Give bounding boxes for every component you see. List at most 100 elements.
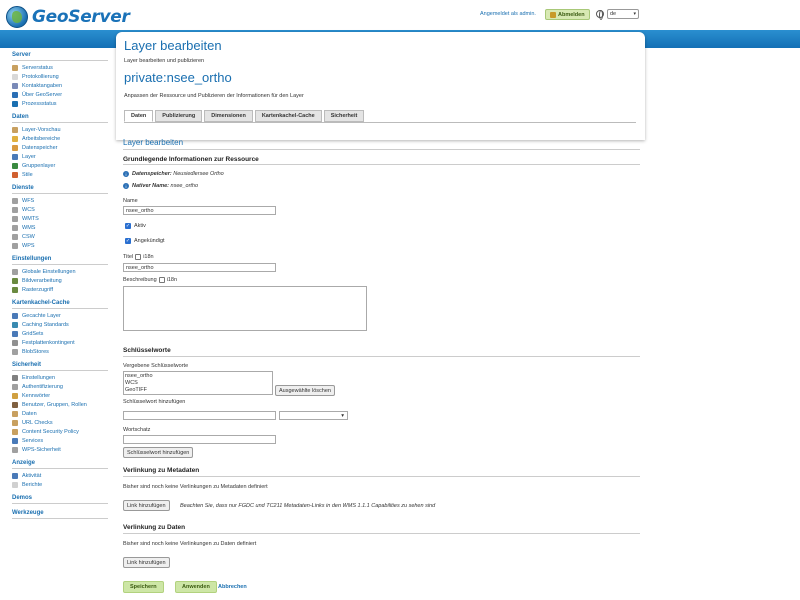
- sidebar-item[interactable]: Benutzer, Gruppen, Rollen: [0, 400, 110, 409]
- sidebar-section-title[interactable]: Anzeige: [0, 458, 110, 468]
- geoserver-logo[interactable]: GeoServer: [6, 6, 130, 28]
- add-keyword-button[interactable]: Schlüsselwort hinzufügen: [123, 447, 194, 458]
- sidebar-item[interactable]: Stile: [0, 170, 110, 179]
- sidebar-item-label: Stile: [22, 171, 33, 178]
- language-select[interactable]: de ▾: [607, 9, 639, 19]
- sidebar-item[interactable]: Layer-Vorschau: [0, 125, 110, 134]
- apply-button[interactable]: Anwenden: [175, 581, 217, 593]
- sidebar-item[interactable]: WPS: [0, 241, 110, 250]
- i18n-label: i18n: [143, 254, 154, 260]
- sidebar-item-label: URL Checks: [22, 419, 53, 426]
- enabled-checkbox[interactable]: ✓: [125, 223, 131, 229]
- sidebar-item-label: GridSets: [22, 330, 44, 337]
- sidebar-item[interactable]: Gecachte Layer: [0, 311, 110, 320]
- logout-icon: [550, 11, 556, 18]
- sidebar-item[interactable]: Globale Einstellungen: [0, 267, 110, 276]
- abstract-textarea[interactable]: [123, 286, 367, 331]
- sidebar-item[interactable]: Gruppenlayer: [0, 161, 110, 170]
- sidebar-item-label: Globale Einstellungen: [22, 268, 76, 275]
- sidebar-item[interactable]: WMS: [0, 223, 110, 232]
- log-icon: [12, 73, 18, 80]
- data-security-icon: [12, 410, 18, 417]
- tab[interactable]: Dimensionen: [204, 110, 253, 122]
- raster-icon: [12, 286, 18, 293]
- tab[interactable]: Daten: [124, 110, 154, 122]
- sidebar-section-title[interactable]: Kartenkachel-Cache: [0, 298, 110, 308]
- sidebar-item[interactable]: WFS: [0, 196, 110, 205]
- tab[interactable]: Kartenkachel-Cache: [254, 110, 322, 122]
- sidebar-section-title[interactable]: Werkzeuge: [0, 508, 110, 518]
- keyword-option[interactable]: nsee_ortho: [125, 373, 271, 380]
- sidebar-section-title[interactable]: Dienste: [0, 183, 110, 193]
- sidebar-item[interactable]: Kennwörter: [0, 391, 110, 400]
- divider: [12, 264, 108, 265]
- vocabulary-input[interactable]: [123, 435, 276, 444]
- sidebar-item[interactable]: WCS: [0, 205, 110, 214]
- advertised-checkbox[interactable]: ✓: [125, 238, 131, 244]
- keyword-vocabulary-select[interactable]: ▾: [279, 411, 348, 420]
- i18n-label: i18n: [166, 277, 178, 283]
- sidebar-item[interactable]: Über GeoServer: [0, 90, 110, 99]
- divider: [12, 468, 108, 469]
- keyword-option[interactable]: GeoTIFF: [125, 387, 271, 394]
- sidebar-item-label: Prozessstatus: [22, 100, 57, 107]
- sidebar-section-title[interactable]: Daten: [0, 112, 110, 122]
- sidebar-section-title[interactable]: Sicherheit: [0, 360, 110, 370]
- tab[interactable]: Sicherheit: [323, 110, 365, 122]
- info-icon: i: [123, 183, 129, 189]
- sidebar-item[interactable]: Einstellungen: [0, 373, 110, 382]
- keyword-option[interactable]: WCS: [125, 380, 271, 387]
- sidebar-item[interactable]: BlobStores: [0, 347, 110, 356]
- tab[interactable]: Publizierung: [155, 110, 203, 122]
- sidebar: Server Serverstatus Protokollierung Kontakt…: [0, 50, 110, 523]
- sidebar-item[interactable]: Serverstatus: [0, 63, 110, 72]
- title-input[interactable]: nsee_ortho: [123, 263, 276, 272]
- sidebar-section-title[interactable]: Einstellungen: [0, 254, 110, 264]
- logout-button[interactable]: Abmelden: [545, 9, 590, 20]
- add-data-link-button[interactable]: Link hinzufügen: [123, 557, 170, 568]
- sidebar-item[interactable]: Berichte: [0, 480, 110, 489]
- add-metadata-link-button[interactable]: Link hinzufügen: [123, 500, 170, 511]
- sidebar-item[interactable]: Arbeitsbereiche: [0, 134, 110, 143]
- abstract-i18n-checkbox[interactable]: [158, 277, 165, 283]
- sidebar-item-label: Layer-Vorschau: [22, 126, 61, 133]
- sidebar-section-title[interactable]: Demos: [0, 493, 110, 503]
- sidebar-item[interactable]: GridSets: [0, 329, 110, 338]
- sidebar-item[interactable]: WMTS: [0, 214, 110, 223]
- keywords-list[interactable]: nsee_ortho WCS GeoTIFF: [123, 371, 273, 395]
- sidebar-item[interactable]: Services: [0, 436, 110, 445]
- sidebar-item[interactable]: Layer: [0, 152, 110, 161]
- save-button[interactable]: Speichern: [123, 581, 164, 593]
- sidebar-item[interactable]: Authentifizierung: [0, 382, 110, 391]
- sidebar-section-title[interactable]: Server: [0, 50, 110, 60]
- remove-selected-button[interactable]: Ausgewählte löschen: [275, 385, 335, 396]
- page-subtitle: Layer bearbeiten und publizieren: [124, 58, 205, 64]
- sidebar-item[interactable]: URL Checks: [0, 418, 110, 427]
- sidebar-item[interactable]: Bildverarbeitung: [0, 276, 110, 285]
- sidebar-item[interactable]: Daten: [0, 409, 110, 418]
- metadata-links-heading: Verlinkung zu Metadaten: [123, 467, 200, 474]
- service-icon: [12, 197, 18, 204]
- grid-icon: [12, 330, 18, 337]
- sidebar-item[interactable]: Aktivität: [0, 471, 110, 480]
- sidebar-item[interactable]: Prozessstatus: [0, 99, 110, 108]
- sidebar-item[interactable]: Rasterzugriff: [0, 285, 110, 294]
- sidebar-item[interactable]: Datenspeicher: [0, 143, 110, 152]
- sidebar-item[interactable]: Protokollierung: [0, 72, 110, 81]
- info-icon: i: [123, 171, 129, 177]
- sidebar-item[interactable]: Kontaktangaben: [0, 81, 110, 90]
- sidebar-item[interactable]: CSW: [0, 232, 110, 241]
- title-i18n-checkbox[interactable]: [135, 254, 142, 260]
- sidebar-item[interactable]: Content Security Policy: [0, 427, 110, 436]
- title-label: Titel: [123, 254, 134, 260]
- sidebar-item[interactable]: WPS-Sicherheit: [0, 445, 110, 454]
- sidebar-item[interactable]: Festplattenkontingent: [0, 338, 110, 347]
- cancel-link[interactable]: Abbrechen: [218, 584, 247, 590]
- sidebar-item[interactable]: Caching Standards: [0, 320, 110, 329]
- name-input[interactable]: nsee_ortho: [123, 206, 276, 215]
- sidebar-section: Server Serverstatus Protokollierung Kontakt…: [0, 50, 110, 108]
- new-keyword-input[interactable]: [123, 411, 276, 420]
- basic-info-heading: Grundlegende Informationen zur Ressource: [123, 156, 259, 163]
- abstract-label: Beschreibung: [123, 277, 157, 283]
- sidebar-item-label: Arbeitsbereiche: [22, 135, 61, 142]
